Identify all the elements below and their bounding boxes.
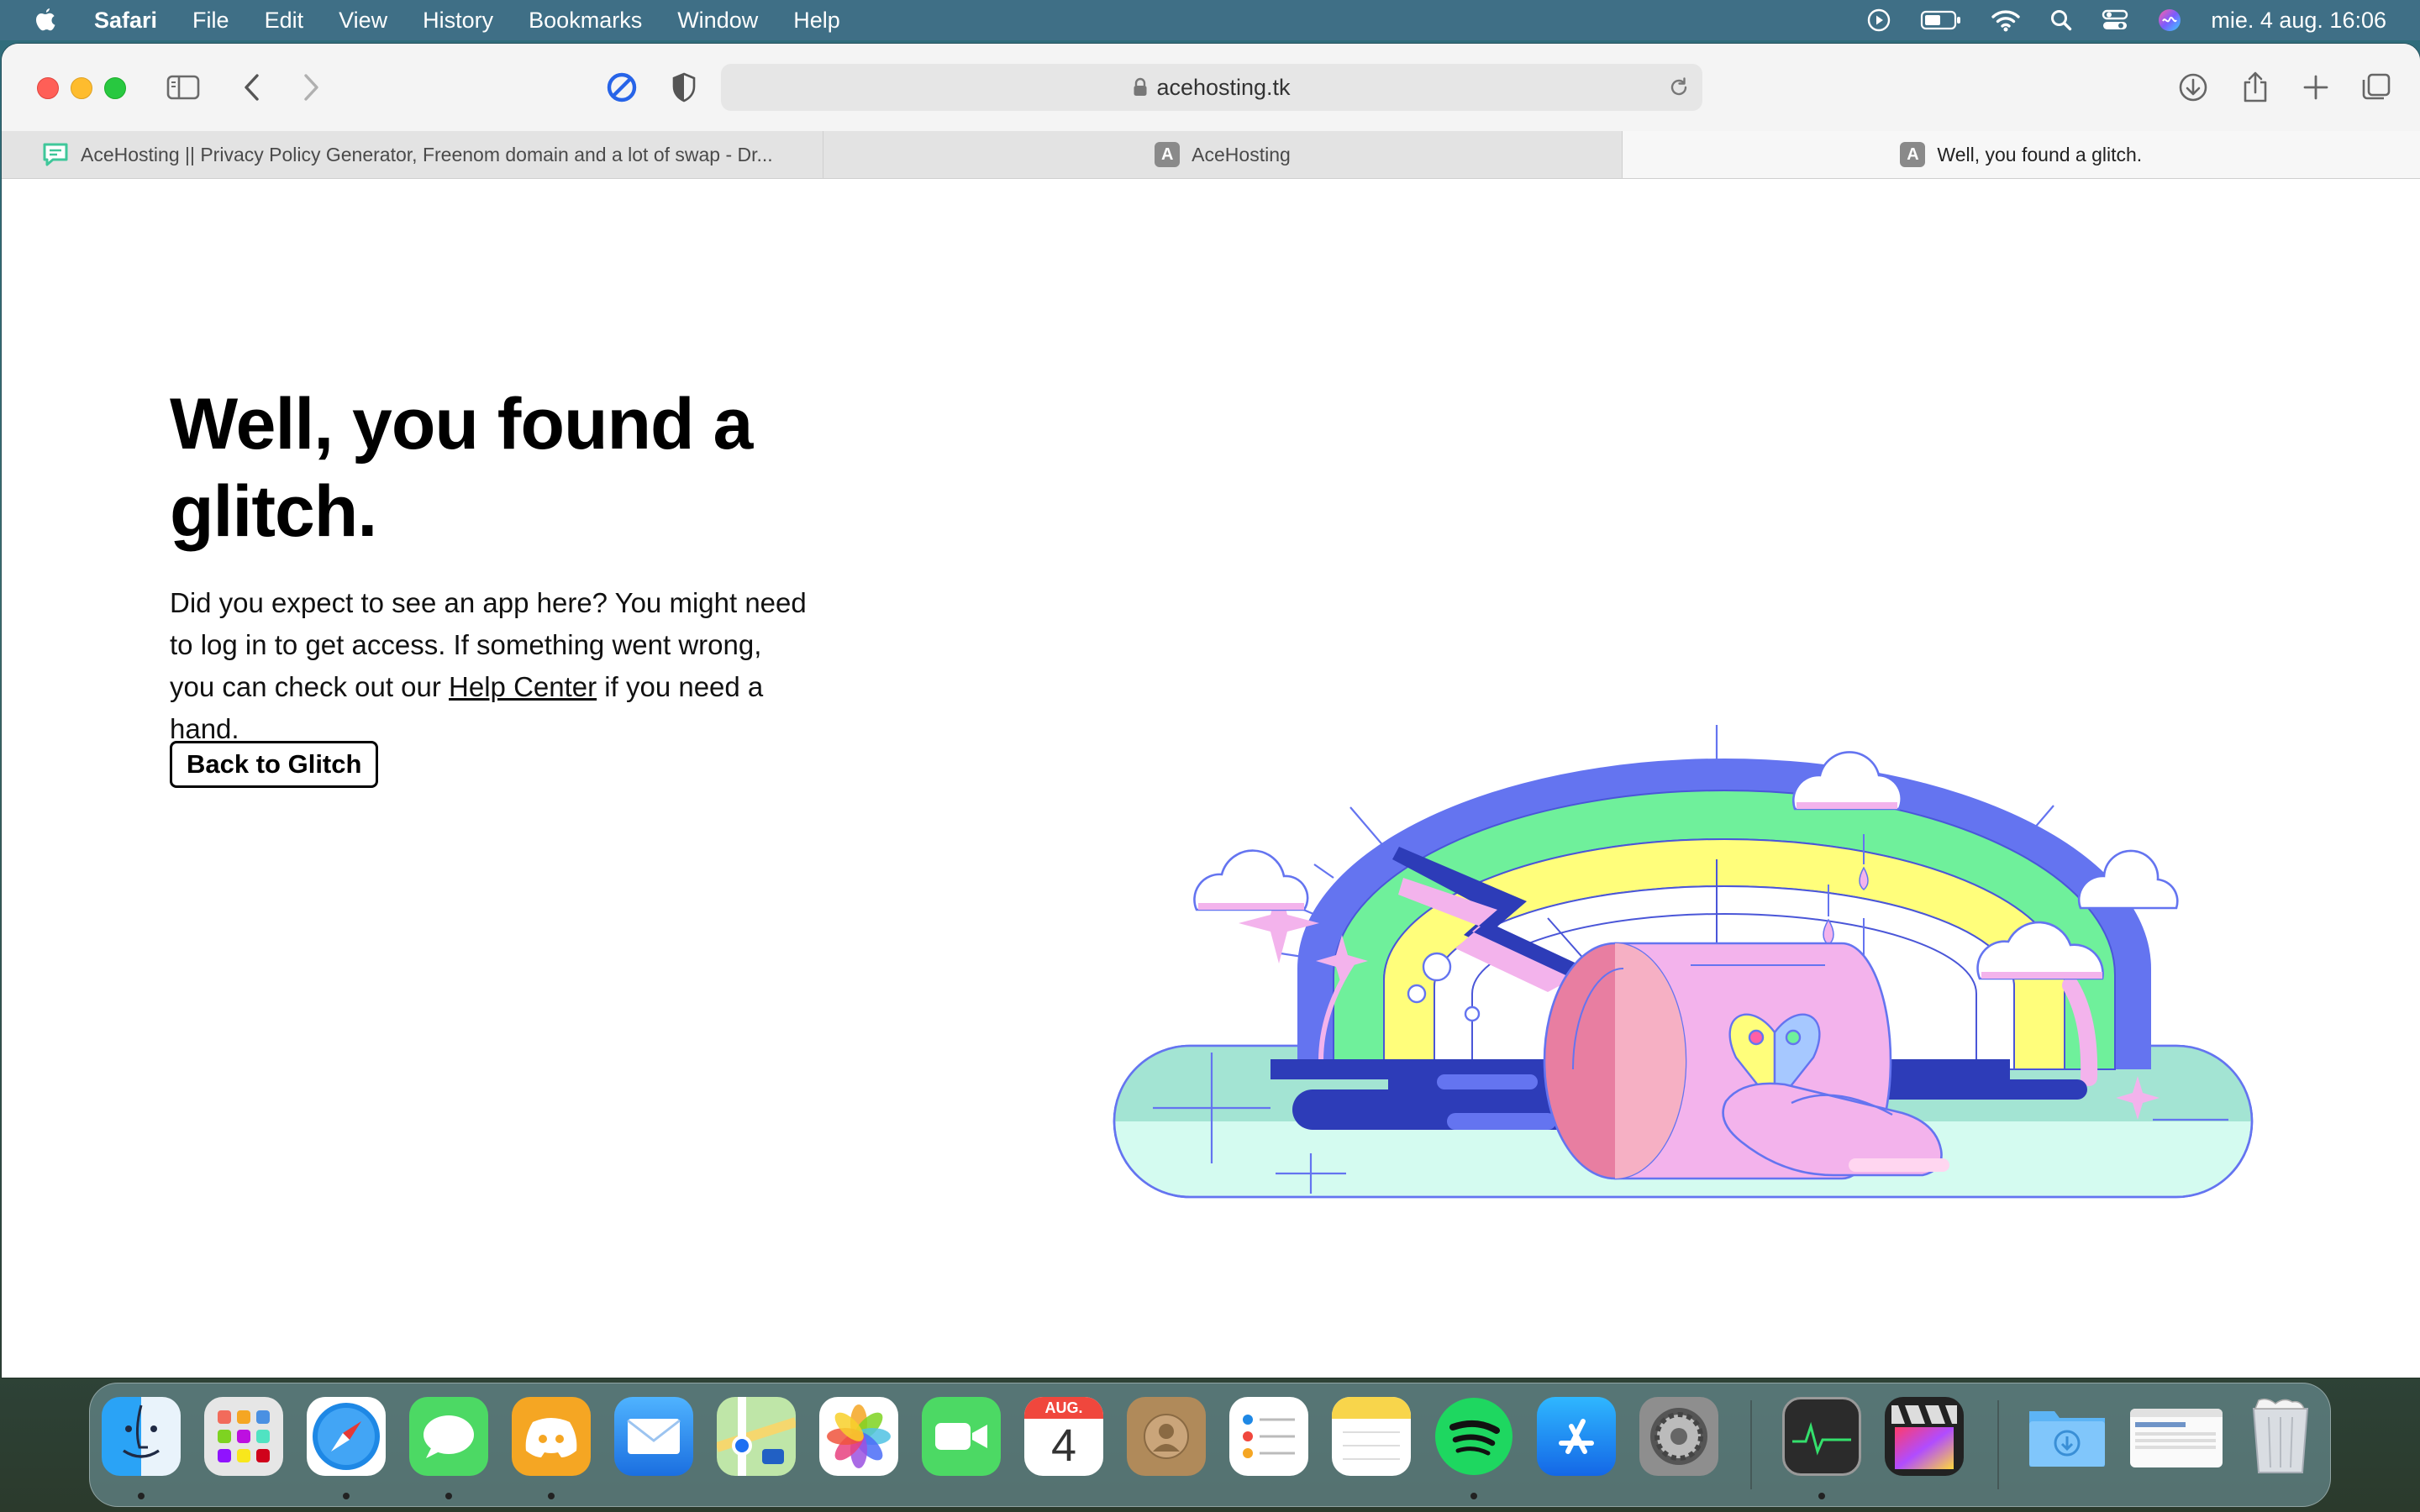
dock-photos-icon[interactable] bbox=[819, 1397, 898, 1476]
window-close-button[interactable] bbox=[37, 77, 59, 99]
downloads-icon[interactable] bbox=[2175, 69, 2212, 106]
lock-icon bbox=[1133, 77, 1148, 97]
menu-bar: Safari File Edit View History Bookmarks … bbox=[0, 0, 2420, 40]
tab-favicon-icon: A bbox=[1155, 142, 1181, 167]
status-area: mie. 4 aug. 16:06 bbox=[1866, 8, 2386, 34]
window-minimize-button[interactable] bbox=[71, 77, 92, 99]
web-page-content: Well, you found a glitch. Did you expect… bbox=[2, 179, 2420, 1378]
reload-icon[interactable] bbox=[1667, 76, 1691, 105]
dock-calendar-icon[interactable]: AUG. 4 bbox=[1024, 1397, 1103, 1476]
spotlight-search-icon[interactable] bbox=[2049, 8, 2073, 32]
menubar-clock[interactable]: mie. 4 aug. 16:06 bbox=[2211, 8, 2386, 34]
dock-launchpad-icon[interactable] bbox=[204, 1397, 283, 1476]
glitch-rainbow-illustration bbox=[1113, 725, 2254, 1199]
address-bar[interactable]: acehosting.tk bbox=[721, 64, 1702, 111]
dock-messages-icon[interactable] bbox=[409, 1397, 488, 1476]
help-center-link[interactable]: Help Center bbox=[449, 671, 597, 702]
running-indicator bbox=[138, 1493, 145, 1499]
dock-app-store-icon[interactable] bbox=[1537, 1397, 1616, 1476]
tab-title: AceHosting bbox=[1192, 143, 1291, 165]
menu-help[interactable]: Help bbox=[793, 8, 840, 34]
dock-trash-icon[interactable] bbox=[2241, 1397, 2320, 1476]
new-tab-plus-icon[interactable] bbox=[2297, 69, 2334, 106]
dock-window-preview[interactable] bbox=[2130, 1409, 2223, 1467]
control-center-icon[interactable] bbox=[2102, 8, 2128, 32]
running-indicator bbox=[1470, 1493, 1477, 1499]
calendar-month: AUG. bbox=[1024, 1397, 1103, 1419]
sidebar-toggle-icon[interactable] bbox=[165, 69, 202, 106]
browser-toolbar: acehosting.tk bbox=[2, 44, 2420, 132]
url-text: acehosting.tk bbox=[1156, 74, 1291, 100]
menu-window[interactable]: Window bbox=[677, 8, 758, 34]
dock-downloads-folder-icon[interactable] bbox=[2028, 1397, 2107, 1476]
dock-notes-icon[interactable] bbox=[1332, 1397, 1411, 1476]
window-zoom-button[interactable] bbox=[104, 77, 126, 99]
apple-menu-icon[interactable] bbox=[34, 6, 59, 34]
dock-facetime-icon[interactable] bbox=[922, 1397, 1001, 1476]
menu-edit[interactable]: Edit bbox=[265, 8, 304, 34]
dock-final-cut-pro-icon[interactable] bbox=[1885, 1397, 1964, 1476]
dock-maps-icon[interactable] bbox=[717, 1397, 796, 1476]
dock-system-preferences-icon[interactable] bbox=[1639, 1397, 1718, 1476]
calendar-day: 4 bbox=[1050, 1420, 1077, 1471]
blocker-extension-icon[interactable] bbox=[603, 69, 640, 106]
battery-icon[interactable] bbox=[1920, 9, 1962, 31]
dock-finder-icon[interactable] bbox=[102, 1397, 181, 1476]
wifi-icon[interactable] bbox=[1991, 8, 2021, 32]
dock-discord-icon[interactable] bbox=[512, 1397, 591, 1476]
dock-spotify-icon[interactable] bbox=[1434, 1397, 1513, 1476]
tab-overview-icon[interactable] bbox=[2358, 69, 2395, 106]
forward-arrow-icon[interactable] bbox=[292, 69, 329, 106]
tab-title: Well, you found a glitch. bbox=[1937, 143, 2143, 165]
share-icon[interactable] bbox=[2237, 69, 2274, 106]
running-indicator bbox=[548, 1493, 555, 1499]
play-icon[interactable] bbox=[1866, 8, 1891, 33]
app-menu-safari[interactable]: Safari bbox=[94, 8, 157, 34]
menu-history[interactable]: History bbox=[423, 8, 493, 34]
dock-safari-icon[interactable] bbox=[307, 1397, 386, 1476]
menu-view[interactable]: View bbox=[339, 8, 387, 34]
tab-acehosting-discord[interactable]: AceHosting || Privacy Policy Generator, … bbox=[2, 131, 824, 178]
dock-activity-monitor-icon[interactable] bbox=[1782, 1397, 1861, 1476]
running-indicator bbox=[1818, 1493, 1825, 1499]
dock-reminders-icon[interactable] bbox=[1229, 1397, 1308, 1476]
tab-favicon-icon: A bbox=[1900, 142, 1926, 167]
back-arrow-icon[interactable] bbox=[234, 69, 271, 106]
tab-acehosting[interactable]: A AceHosting bbox=[823, 131, 1623, 178]
menu-bookmarks[interactable]: Bookmarks bbox=[529, 8, 642, 34]
running-indicator bbox=[445, 1493, 452, 1499]
page-headline: Well, you found a glitch. bbox=[170, 384, 753, 552]
siri-icon[interactable] bbox=[2157, 8, 2182, 33]
tab-bar: AceHosting || Privacy Policy Generator, … bbox=[2, 131, 2420, 179]
tab-glitch-active[interactable]: A Well, you found a glitch. bbox=[1622, 131, 2420, 178]
dock: AUG. 4 bbox=[89, 1383, 2331, 1507]
tab-title: AceHosting || Privacy Policy Generator, … bbox=[81, 143, 773, 165]
privacy-shield-icon[interactable] bbox=[666, 69, 702, 106]
dock-separator bbox=[1997, 1400, 1999, 1489]
safari-window: acehosting.tk AceHosting || Privacy Poli… bbox=[2, 44, 2420, 1378]
dock-mail-icon[interactable] bbox=[614, 1397, 693, 1476]
back-to-glitch-button[interactable]: Back to Glitch bbox=[170, 741, 379, 788]
menu-file[interactable]: File bbox=[192, 8, 229, 34]
dock-separator bbox=[1750, 1400, 1752, 1489]
chat-favicon-icon bbox=[42, 142, 69, 167]
running-indicator bbox=[343, 1493, 350, 1499]
page-description: Did you expect to see an app here? You m… bbox=[170, 582, 808, 750]
dock-contacts-icon[interactable] bbox=[1127, 1397, 1206, 1476]
